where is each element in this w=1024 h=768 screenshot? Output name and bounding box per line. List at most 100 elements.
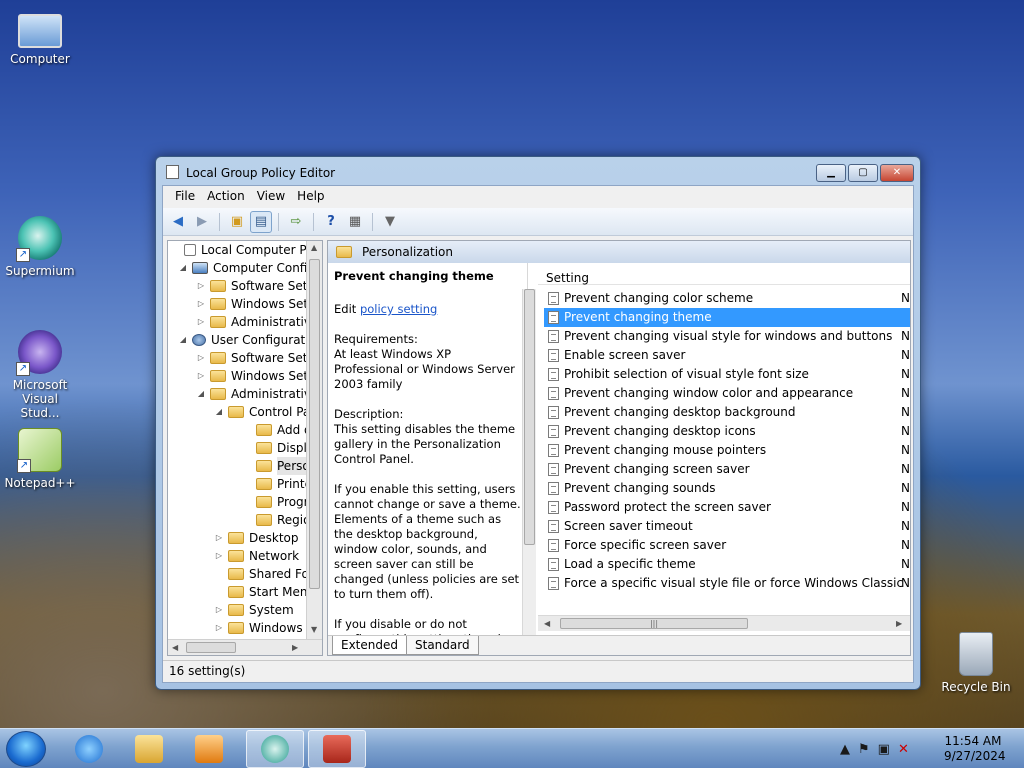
- tree-item[interactable]: ▷ Network: [214, 547, 299, 565]
- menu-view[interactable]: View: [251, 186, 291, 208]
- taskbar-supermium[interactable]: [246, 730, 304, 768]
- tree-expander-icon[interactable]: ▷: [196, 277, 206, 295]
- setting-row[interactable]: Prevent changing screen saver N: [544, 460, 910, 479]
- tree-expander-icon[interactable]: ◢: [178, 331, 188, 349]
- scroll-left-icon[interactable]: ◀: [544, 619, 550, 628]
- scroll-left-icon[interactable]: ◀: [172, 643, 178, 652]
- setting-row[interactable]: Force a specific visual style file or fo…: [544, 574, 910, 593]
- properties-icon[interactable]: ▦: [344, 211, 366, 233]
- setting-row[interactable]: Prevent changing theme: [544, 308, 910, 327]
- tree-item[interactable]: ▷ Windows Sett: [196, 295, 313, 313]
- forward-arrow-icon[interactable]: ▶: [191, 211, 213, 233]
- close-button[interactable]: ✕: [880, 164, 914, 182]
- setting-row[interactable]: Prevent changing desktop icons N: [544, 422, 910, 441]
- column-header-setting[interactable]: Setting: [538, 263, 910, 285]
- desktop-icon-computer[interactable]: Computer: [0, 8, 80, 66]
- taskbar-file-explorer[interactable]: [120, 730, 178, 768]
- tree-item[interactable]: Start Menu: [214, 583, 315, 601]
- menu-help[interactable]: Help: [291, 186, 330, 208]
- setting-row[interactable]: Load a specific theme N: [544, 555, 910, 574]
- setting-row[interactable]: Force specific screen saver N: [544, 536, 910, 555]
- tree-expander-icon[interactable]: ◢: [214, 403, 224, 421]
- setting-row[interactable]: Prohibit selection of visual style font …: [544, 365, 910, 384]
- tree-item[interactable]: Local Computer Polic: [170, 241, 322, 259]
- export-list-icon[interactable]: ⇨: [285, 211, 307, 233]
- scroll-right-icon[interactable]: ▶: [292, 643, 298, 652]
- desktop-icon-supermium[interactable]: ↗ Supermium: [0, 216, 80, 278]
- start-button[interactable]: [6, 731, 46, 767]
- back-arrow-icon[interactable]: ◀: [167, 211, 189, 233]
- up-folder-icon[interactable]: ▣: [226, 211, 248, 233]
- tree-item[interactable]: ▷ Software Setti: [196, 349, 316, 367]
- taskbar-media-player[interactable]: [180, 730, 238, 768]
- tree-expander-icon[interactable]: ◢: [196, 385, 206, 403]
- desktop-icon-visual-studio[interactable]: ↗ Microsoft Visual Stud...: [0, 330, 80, 420]
- tree-item[interactable]: ▷ Desktop: [214, 529, 299, 547]
- taskbar-group-policy-editor[interactable]: [308, 730, 366, 768]
- setting-row[interactable]: Prevent changing window color and appear…: [544, 384, 910, 403]
- tree-item[interactable]: ▷ System: [214, 601, 294, 619]
- desktop-icon-notepadpp[interactable]: ↗ Notepad++: [0, 428, 80, 490]
- help-icon[interactable]: ?: [320, 211, 342, 233]
- tree-item[interactable]: ◢ Control Pa: [214, 403, 310, 421]
- scroll-down-icon[interactable]: ▼: [311, 625, 317, 634]
- setting-row[interactable]: Screen saver timeout N: [544, 517, 910, 536]
- menu-file[interactable]: File: [169, 186, 201, 208]
- tree-expander-icon[interactable]: ▷: [214, 547, 224, 565]
- tree-expander-icon[interactable]: ▷: [214, 529, 224, 547]
- tree-expander-icon[interactable]: ▷: [196, 295, 206, 313]
- scroll-right-icon[interactable]: ▶: [896, 619, 902, 628]
- setting-row[interactable]: Password protect the screen saver N: [544, 498, 910, 517]
- tree-horizontal-scrollbar[interactable]: ◀ ▶: [168, 639, 322, 655]
- description-scroll-thumb[interactable]: [524, 289, 535, 545]
- menu-action[interactable]: Action: [201, 186, 251, 208]
- list-hscroll-thumb[interactable]: |||: [560, 618, 748, 629]
- tree-item[interactable]: ◢ User Configuratio: [178, 331, 316, 349]
- clock[interactable]: 11:54 AM 9/27/2024: [944, 734, 1006, 764]
- show-hidden-icons-icon[interactable]: ▲: [840, 742, 850, 757]
- tree-item[interactable]: Progra: [242, 493, 316, 511]
- tree-item[interactable]: ▷ Software Setti: [196, 277, 316, 295]
- show-hide-tree-icon[interactable]: ▤: [250, 210, 272, 233]
- network-icon[interactable]: ▣: [878, 742, 890, 757]
- setting-row[interactable]: Prevent changing mouse pointers N: [544, 441, 910, 460]
- desktop-icon-recycle-bin[interactable]: Recycle Bin: [936, 632, 1016, 694]
- policy-setting-link[interactable]: policy setting: [360, 302, 437, 316]
- tree-expander-icon[interactable]: ◢: [178, 259, 188, 277]
- tree-item-label: System: [249, 603, 294, 617]
- tab-extended[interactable]: Extended: [332, 636, 407, 655]
- setting-row[interactable]: Prevent changing desktop background N: [544, 403, 910, 422]
- tree-item[interactable]: ▷ Windows C: [214, 619, 315, 637]
- tab-standard[interactable]: Standard: [406, 636, 479, 655]
- taskbar-internet-explorer[interactable]: [60, 730, 118, 768]
- list-horizontal-scrollbar[interactable]: ◀ ||| ▶: [538, 615, 910, 631]
- action-center-flag-icon[interactable]: ⚑: [858, 742, 870, 757]
- tree-item[interactable]: ▷ Administrative: [196, 313, 318, 331]
- tree-vertical-scrollbar[interactable]: ▲ ▼: [306, 241, 322, 639]
- title-bar[interactable]: Local Group Policy Editor ▁ ▢ ✕: [156, 157, 920, 185]
- tree-item[interactable]: ◢ Computer Config: [178, 259, 315, 277]
- policy-tree[interactable]: Local Computer Polic ◢ Computer Config ▷ Sof…: [167, 240, 323, 656]
- setting-row[interactable]: Enable screen saver N: [544, 346, 910, 365]
- tree-hscroll-thumb[interactable]: [186, 642, 236, 653]
- tree-expander-icon[interactable]: ▷: [214, 619, 224, 637]
- tree-item[interactable]: ◢ Administrative: [196, 385, 318, 403]
- tree-scroll-thumb[interactable]: [309, 259, 320, 589]
- tree-expander-icon[interactable]: ▷: [196, 349, 206, 367]
- minimize-button[interactable]: ▁: [816, 164, 846, 182]
- tree-item[interactable]: ▷ Windows Sett: [196, 367, 313, 385]
- tree-expander-icon[interactable]: ▷: [196, 367, 206, 385]
- scroll-up-icon[interactable]: ▲: [311, 243, 317, 252]
- description-scrollbar[interactable]: [522, 289, 536, 635]
- tree-expander-icon[interactable]: ▷: [214, 601, 224, 619]
- tree-item[interactable]: Shared Fol: [214, 565, 312, 583]
- tree-expander-icon[interactable]: ▷: [196, 313, 206, 331]
- folder-icon: [210, 316, 226, 328]
- setting-row[interactable]: Prevent changing sounds N: [544, 479, 910, 498]
- setting-row[interactable]: Prevent changing visual style for window…: [544, 327, 910, 346]
- filter-icon[interactable]: ▼: [379, 211, 401, 233]
- volume-muted-icon[interactable]: ✕: [898, 742, 909, 757]
- folder-icon: [228, 568, 244, 580]
- maximize-button[interactable]: ▢: [848, 164, 878, 182]
- setting-row[interactable]: Prevent changing color scheme N: [544, 289, 910, 308]
